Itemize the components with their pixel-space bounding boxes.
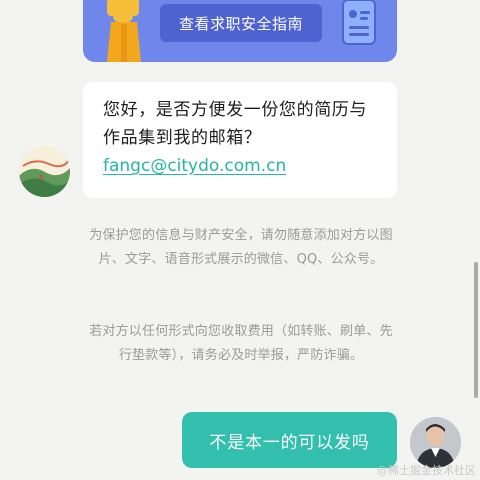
document-icon — [342, 0, 376, 45]
user-avatar[interactable] — [410, 417, 461, 468]
outgoing-message-bubble: 不是本一的可以发吗 — [182, 412, 397, 468]
scrollbar[interactable] — [474, 262, 478, 398]
landscape-avatar-image — [19, 146, 70, 197]
incoming-message-text: 您好，是否方便发一份您的简历与作品集到我的邮箱？ — [103, 100, 367, 148]
safety-notice-contacts: 为保护您的信息与财产安全，请勿随意添加对方以图片、文字、语音形式展示的微信、QQ… — [89, 228, 393, 267]
person-illustration — [107, 0, 141, 62]
incoming-message-bubble: 您好，是否方便发一份您的简历与作品集到我的邮箱？ fangc@citydo.co… — [83, 82, 397, 198]
job-safety-guide-button[interactable]: 查看求职安全指南 — [160, 4, 322, 42]
watermark: @稀土掘金技术社区 — [377, 464, 476, 477]
job-safety-banner[interactable]: 查看求职安全指南 — [83, 0, 397, 62]
safety-notice-fees: 若对方以任何形式向您收取费用（如转账、刷单、先行垫款等），请务必及时举报，严防诈… — [89, 324, 393, 363]
user-portrait-image — [410, 417, 461, 468]
recruiter-avatar[interactable] — [19, 146, 70, 197]
incoming-email-link[interactable]: fangc@citydo.com.cn — [103, 152, 379, 180]
